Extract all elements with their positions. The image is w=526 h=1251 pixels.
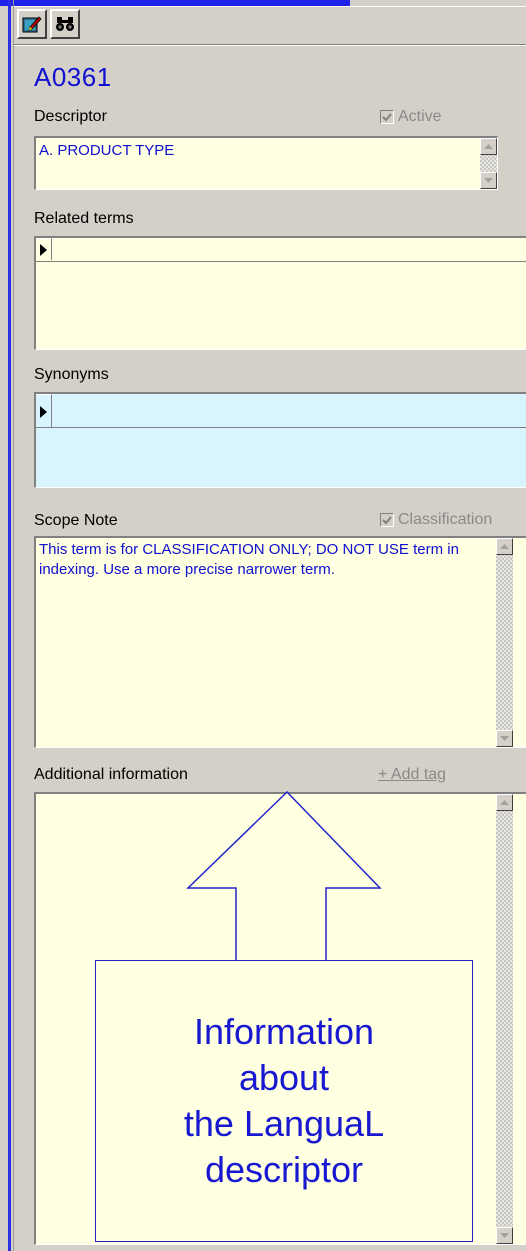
edit-button[interactable]	[17, 9, 47, 39]
edit-record-icon	[22, 16, 42, 33]
active-checkbox[interactable]	[380, 110, 394, 124]
arrow-up-icon	[500, 800, 509, 805]
triangle-right-icon	[40, 405, 47, 418]
row-indicator	[36, 394, 52, 428]
classification-label: Classification	[398, 511, 493, 528]
scroll-down-button[interactable]	[496, 1227, 513, 1244]
descriptor-label: Descriptor	[34, 108, 107, 125]
callout-line-3: the LanguaL	[183, 1103, 385, 1144]
arrow-up-icon	[500, 544, 509, 549]
related-terms-grid[interactable]	[34, 236, 526, 350]
arrow-down-icon	[484, 178, 493, 183]
find-button[interactable]	[50, 9, 80, 39]
callout-line-2: about	[238, 1057, 330, 1098]
scroll-up-button[interactable]	[480, 138, 497, 155]
arrow-down-icon	[500, 1233, 509, 1238]
left-divider	[13, 0, 14, 1251]
triangle-right-icon	[40, 243, 47, 256]
annotation-callout: Information about the LanguaL descriptor	[95, 960, 473, 1242]
scroll-down-button[interactable]	[480, 172, 497, 189]
callout-arrow-icon	[186, 790, 382, 962]
classification-checkbox[interactable]	[380, 513, 394, 527]
scope-note-scrollbar[interactable]	[496, 538, 513, 747]
additional-info-scrollbar[interactable]	[496, 794, 513, 1244]
scope-note-label: Scope Note	[34, 512, 118, 529]
checkmark-icon	[382, 515, 392, 524]
toolbar-separator-highlight	[14, 45, 526, 46]
binoculars-icon	[56, 17, 74, 31]
scope-note-value: This term is for CLASSIFICATION ONLY; DO…	[39, 541, 459, 578]
scope-note-field[interactable]: This term is for CLASSIFICATION ONLY; DO…	[34, 536, 526, 748]
left-accent-rule	[8, 0, 11, 1251]
checkmark-icon	[382, 112, 392, 121]
related-terms-label: Related terms	[34, 210, 134, 227]
synonyms-label: Synonyms	[34, 366, 109, 383]
add-tag-link[interactable]: + Add tag	[378, 766, 446, 784]
callout-line-1: Information	[193, 1011, 375, 1052]
descriptor-value: A. PRODUCT TYPE	[39, 142, 175, 159]
synonyms-row[interactable]	[36, 394, 526, 428]
additional-info-label: Additional information	[34, 766, 188, 783]
callout-line-4: descriptor	[204, 1149, 364, 1190]
related-terms-row[interactable]	[36, 238, 526, 262]
row-indicator	[36, 238, 52, 260]
toolbar-top-edge	[14, 6, 526, 7]
synonyms-grid[interactable]	[34, 392, 526, 488]
descriptor-scrollbar[interactable]	[480, 138, 497, 189]
active-label: Active	[398, 108, 442, 125]
scroll-up-button[interactable]	[496, 794, 513, 811]
descriptor-field[interactable]: A. PRODUCT TYPE	[34, 136, 498, 190]
scroll-up-button[interactable]	[496, 538, 513, 555]
descriptor-code: A0361	[34, 62, 112, 92]
scroll-down-button[interactable]	[496, 730, 513, 747]
arrow-down-icon	[500, 736, 509, 741]
arrow-up-icon	[484, 144, 493, 149]
